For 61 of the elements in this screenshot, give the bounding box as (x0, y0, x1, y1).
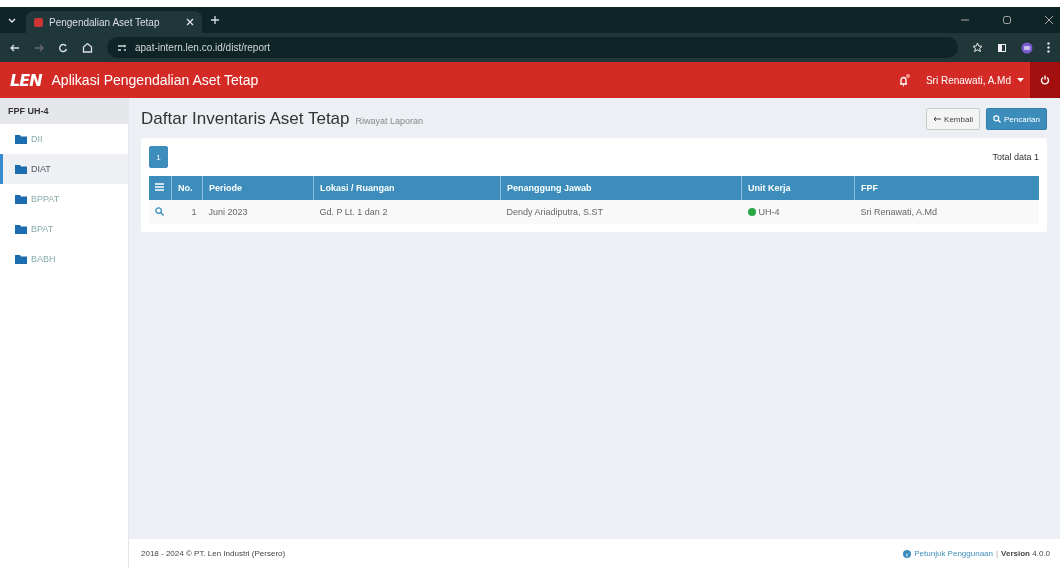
arrow-left-icon (933, 116, 942, 122)
user-menu[interactable]: Sri Renawati, A.Md (925, 74, 1024, 86)
back-button[interactable]: Kembali (926, 108, 980, 130)
separator-text: | (996, 549, 999, 558)
back-icon[interactable] (10, 42, 20, 53)
version-text: Version 4.0.0 (1001, 549, 1050, 558)
sidebar-item[interactable]: DII (0, 124, 128, 154)
home-icon[interactable] (82, 42, 93, 53)
sidebar-item[interactable]: BPAT (0, 214, 128, 244)
column-header: Penanggung Jawab (500, 176, 742, 200)
more-icon[interactable] (1047, 42, 1050, 53)
menu-column-header[interactable] (149, 176, 172, 200)
info-icon (903, 549, 912, 558)
side-panel-icon[interactable] (997, 42, 1007, 53)
sidebar-item[interactable]: BABH (0, 244, 128, 274)
power-icon (1040, 75, 1050, 85)
bell-icon[interactable] (897, 73, 910, 87)
logo: LEN (10, 70, 42, 90)
restore-icon[interactable] (1002, 15, 1012, 25)
column-header: No. (171, 176, 203, 200)
sidebar-item[interactable]: BPPAT (0, 184, 128, 214)
unit-cell: UH-4 (741, 200, 855, 224)
search-icon[interactable] (155, 206, 164, 216)
app-title: Aplikasi Pengendalian Aset Tetap (51, 72, 259, 88)
table-cell: 1 (171, 200, 203, 224)
folder-icon (15, 164, 27, 174)
page-title: Daftar Inventaris Aset Tetap (141, 109, 350, 129)
column-header: Lokasi / Ruangan (313, 176, 501, 200)
site-settings-icon[interactable] (117, 42, 127, 53)
star-icon[interactable] (972, 42, 983, 53)
table-cell: Juni 2023 (202, 200, 314, 224)
search-icon (992, 115, 1001, 123)
favicon-icon (34, 17, 43, 27)
logout-button[interactable] (1030, 62, 1060, 98)
menu-icon (155, 183, 164, 191)
table-cell: Gd. P Lt. 1 dan 2 (313, 200, 501, 224)
page-subtitle: Riwayat Laporan (355, 116, 425, 126)
tab-title: Pengendalian Aset Tetap (49, 16, 160, 28)
folder-icon (15, 194, 27, 204)
folder-icon (15, 134, 27, 144)
address-bar[interactable]: apat-intern.len.co.id/dist/report (107, 37, 958, 58)
search-button[interactable]: Pencarian (985, 108, 1047, 130)
table-cell: Dendy Ariadiputra, S.ST (500, 200, 742, 224)
browser-tab[interactable]: Pengendalian Aset Tetap (26, 11, 202, 33)
sidebar-heading: FPF UH-4 (0, 98, 128, 124)
reload-icon[interactable] (58, 42, 68, 53)
caret-icon (1017, 78, 1024, 82)
folder-icon (15, 224, 27, 234)
column-header: FPF (854, 176, 1039, 200)
total-count: Total data 1 (992, 152, 1039, 162)
folder-icon (15, 254, 27, 264)
close-icon[interactable] (1044, 15, 1054, 25)
page-button[interactable]: 1 (149, 146, 168, 168)
new-tab-icon[interactable] (210, 15, 220, 25)
profile-icon[interactable] (1021, 41, 1033, 54)
column-header: Periode (202, 176, 314, 200)
copyright-text: 2018 - 2024 © PT. Len Industri (Persero) (141, 549, 286, 558)
sidebar-item[interactable]: DIAT (0, 154, 128, 184)
user-guide-link[interactable]: Petunjuk Penggunaan (903, 549, 993, 558)
column-header: Unit Kerja (741, 176, 855, 200)
table-cell: Sri Renawati, A.Md (854, 200, 1039, 224)
